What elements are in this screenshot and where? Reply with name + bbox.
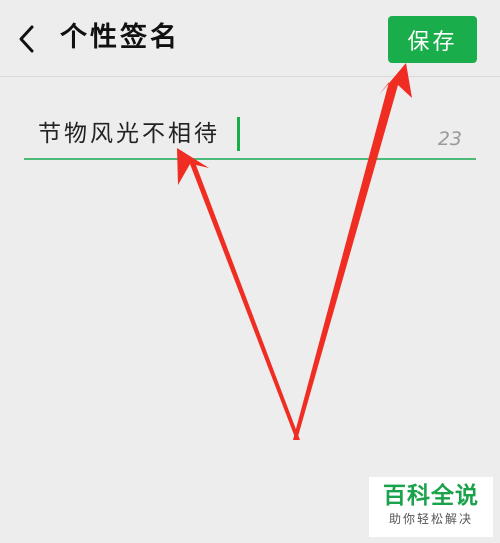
annotation-arrow-to-input: [177, 148, 300, 440]
watermark-subtitle: 助你轻松解决: [388, 512, 473, 526]
watermark-logo: 百科全说 助你轻松解决: [369, 477, 493, 537]
watermark-title: 百科全说: [383, 483, 479, 509]
annotation-arrow-to-save: [293, 63, 412, 440]
annotation-arrows: [177, 63, 412, 440]
